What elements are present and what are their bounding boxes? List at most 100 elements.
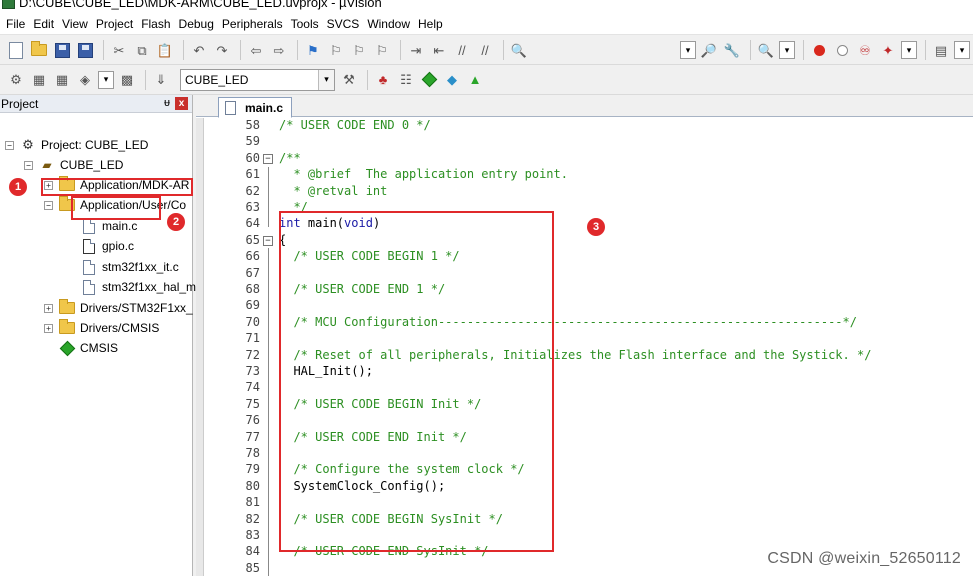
- build-button[interactable]: ▦: [29, 70, 49, 90]
- nav-forward-button[interactable]: ⇨: [269, 40, 289, 60]
- project-panel-header: Project ᵾ x: [0, 95, 192, 113]
- disable-all-breakpoints-button[interactable]: ♾: [855, 40, 875, 60]
- pin-icon[interactable]: ᵾ: [164, 97, 170, 109]
- menu-project[interactable]: Project: [94, 17, 139, 31]
- expand-icon[interactable]: +: [44, 303, 53, 313]
- download-button[interactable]: ⇓: [151, 70, 171, 90]
- batch-build-button[interactable]: ◈: [75, 70, 95, 90]
- annotation-box-2: [71, 196, 161, 220]
- fold-toggle-icon[interactable]: −: [263, 235, 273, 246]
- new-file-button[interactable]: [6, 40, 26, 60]
- translate-button[interactable]: ⚙: [6, 70, 26, 90]
- code-text: /**: [279, 150, 301, 165]
- toolbar-separator: [183, 40, 184, 60]
- tree-item-group-drivers-hal[interactable]: + Drivers/STM32F1xx_: [44, 298, 193, 318]
- toolbar-separator: [103, 40, 104, 60]
- tree-item-project[interactable]: − ⚙ Project: CUBE_LED: [5, 135, 148, 155]
- line-number: 76: [245, 413, 260, 428]
- copy-button[interactable]: ⧉: [132, 40, 152, 60]
- redo-button[interactable]: ↷: [212, 40, 232, 60]
- nav-back-button[interactable]: ⇦: [246, 40, 266, 60]
- menu-window[interactable]: Window: [365, 17, 416, 31]
- chevron-down-icon: ▾: [318, 69, 334, 90]
- tree-item-cmsis[interactable]: CMSIS: [59, 338, 118, 358]
- code-line[interactable]: 59: [196, 134, 973, 150]
- disable-breakpoint-button[interactable]: [832, 40, 852, 60]
- collapse-icon[interactable]: −: [44, 200, 53, 210]
- fold-toggle-icon[interactable]: −: [263, 153, 273, 164]
- line-number: 60: [245, 150, 260, 165]
- cut-button[interactable]: ✂: [109, 40, 129, 60]
- debug-dropdown[interactable]: ▾: [779, 41, 795, 59]
- undo-button[interactable]: ↶: [189, 40, 209, 60]
- next-bookmark-icon: ⚐: [353, 42, 365, 58]
- indent-button[interactable]: ⇥: [406, 40, 426, 60]
- collapse-icon[interactable]: −: [24, 160, 33, 170]
- menu-flash[interactable]: Flash: [139, 17, 176, 31]
- menu-help[interactable]: Help: [416, 17, 449, 31]
- menu-tools[interactable]: Tools: [289, 17, 325, 31]
- find-in-files-button[interactable]: 🔍: [509, 40, 529, 60]
- breakpoint-dropdown[interactable]: ▾: [901, 41, 917, 59]
- stop-build-button[interactable]: ▩: [117, 70, 137, 90]
- comment-button[interactable]: //: [452, 40, 472, 60]
- manage-rte-button[interactable]: [419, 70, 439, 90]
- prev-bookmark-button[interactable]: ⚐: [326, 40, 346, 60]
- save-all-icon: [77, 42, 93, 58]
- expand-icon[interactable]: +: [44, 323, 53, 333]
- collapse-icon[interactable]: −: [5, 140, 14, 150]
- uncomment-button[interactable]: //: [475, 40, 495, 60]
- unindent-button[interactable]: ⇤: [429, 40, 449, 60]
- kill-breakpoints-button[interactable]: ✦: [878, 40, 898, 60]
- bookmark-button[interactable]: ⚑: [303, 40, 323, 60]
- find-dropdown[interactable]: ▾: [680, 41, 696, 59]
- next-bookmark-button[interactable]: ⚐: [349, 40, 369, 60]
- configure-button[interactable]: 🔧: [722, 40, 742, 60]
- file-extensions-button[interactable]: ☷: [396, 70, 416, 90]
- window-layout-button[interactable]: ▤: [931, 40, 951, 60]
- debug-magnifier-icon: 🔍: [757, 42, 775, 58]
- menu-debug[interactable]: Debug: [177, 17, 220, 31]
- line-number: 71: [245, 331, 260, 346]
- tree-item-hal-msp-c[interactable]: stm32f1xx_hal_m: [81, 277, 196, 297]
- c-file-icon: [81, 259, 97, 275]
- tab-main-c[interactable]: main.c: [218, 97, 292, 118]
- menu-view[interactable]: View: [60, 17, 94, 31]
- tree-item-gpio-c[interactable]: gpio.c: [81, 236, 134, 256]
- line-number: 83: [245, 528, 260, 542]
- code-line[interactable]: 61 * @brief The application entry point.: [196, 167, 973, 183]
- rebuild-button[interactable]: ▦: [52, 70, 72, 90]
- code-text: /* USER CODE END 0 */: [279, 118, 431, 132]
- tree-item-it-c[interactable]: stm32f1xx_it.c: [81, 257, 179, 277]
- line-number: 70: [245, 314, 260, 329]
- save-all-button[interactable]: [75, 40, 95, 60]
- tree-item-label: Project: CUBE_LED: [41, 138, 149, 152]
- paste-button[interactable]: 📋: [155, 40, 175, 60]
- open-file-button[interactable]: [29, 40, 49, 60]
- menu-peripherals[interactable]: Peripherals: [220, 17, 289, 31]
- batch-build-dropdown[interactable]: ▾: [98, 70, 114, 89]
- pack-installer-icon: ▲: [468, 72, 482, 87]
- select-packs-button[interactable]: ◆: [442, 70, 462, 90]
- menu-file[interactable]: File: [4, 17, 31, 31]
- manage-project-items-button[interactable]: ♣: [373, 70, 393, 90]
- code-line[interactable]: 60−/**: [196, 151, 973, 167]
- close-icon[interactable]: x: [175, 97, 188, 110]
- insert-breakpoint-button[interactable]: [809, 40, 829, 60]
- target-options-button[interactable]: ⚒: [339, 70, 359, 90]
- tree-item-group-drivers-cmsis[interactable]: + Drivers/CMSIS: [44, 318, 159, 338]
- incremental-find-button[interactable]: 🔎: [699, 40, 719, 60]
- pack-installer-button[interactable]: ▲: [465, 70, 485, 90]
- target-select[interactable]: CUBE_LED ▾: [180, 68, 335, 91]
- code-line[interactable]: 58 /* USER CODE END 0 */: [196, 118, 973, 134]
- window-layout-dropdown[interactable]: ▾: [954, 41, 970, 59]
- debug-session-button[interactable]: 🔍: [756, 40, 776, 60]
- clear-bookmarks-button[interactable]: ⚐: [372, 40, 392, 60]
- menu-svcs[interactable]: SVCS: [325, 17, 366, 31]
- code-line[interactable]: 62 * @retval int: [196, 184, 973, 200]
- menu-edit[interactable]: Edit: [31, 17, 60, 31]
- toolbar-separator: [503, 40, 504, 60]
- line-number: 78: [245, 446, 260, 460]
- tree-item-target[interactable]: − ▰ CUBE_LED: [24, 155, 123, 175]
- save-button[interactable]: [52, 40, 72, 60]
